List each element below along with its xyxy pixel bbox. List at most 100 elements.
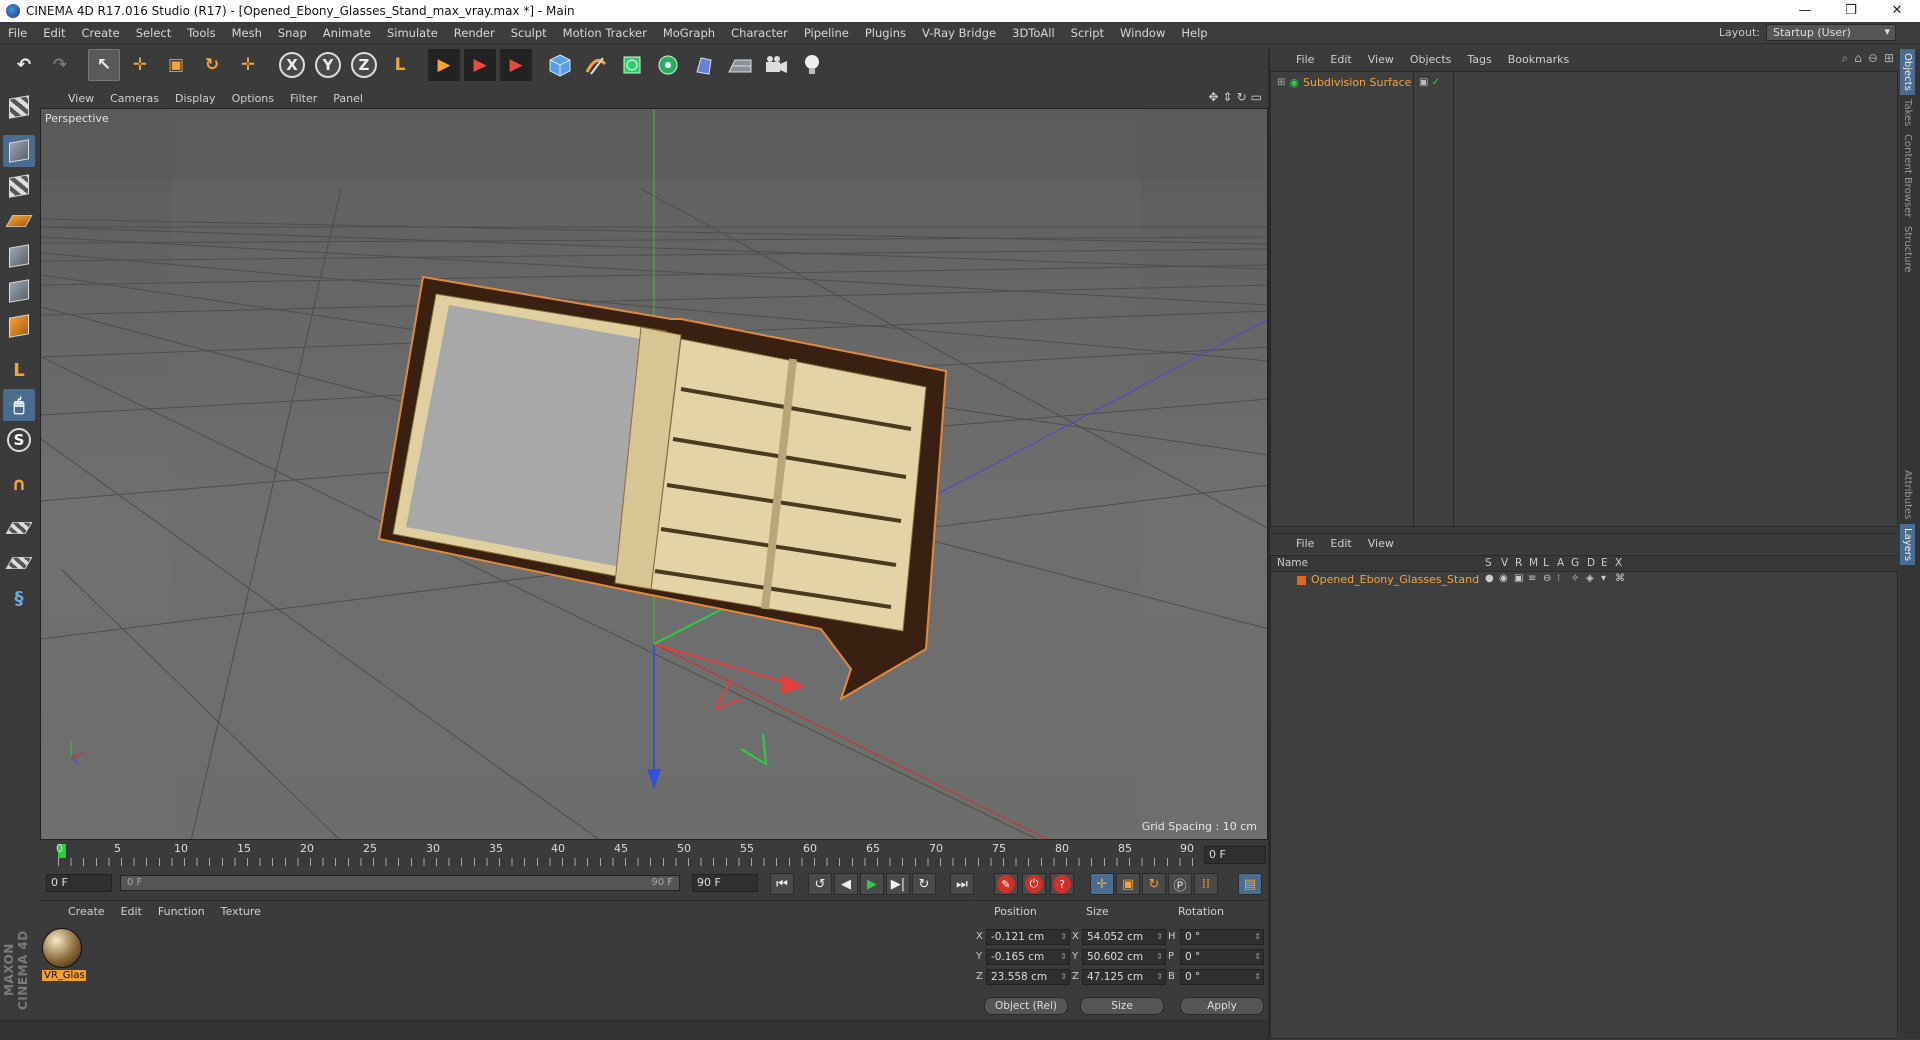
menu-mesh[interactable]: Mesh bbox=[224, 26, 270, 40]
layer-manager-icon[interactable]: ≡ bbox=[1528, 573, 1536, 584]
coordinate-mode-dropdown[interactable]: Object (Rel) bbox=[984, 997, 1068, 1015]
subdivision-surface-button[interactable] bbox=[616, 49, 648, 81]
viewport-menu-view[interactable]: View bbox=[60, 92, 102, 105]
magnet-button[interactable]: ∩ bbox=[3, 468, 35, 500]
current-frame-field[interactable]: 0 F bbox=[1204, 846, 1266, 864]
select-tool-button[interactable]: ↖ bbox=[88, 49, 120, 81]
layer-color-swatch[interactable] bbox=[1297, 576, 1306, 585]
snap-button[interactable]: S bbox=[3, 424, 35, 456]
coordinate-system-button[interactable]: L bbox=[384, 49, 416, 81]
key-parameter-button[interactable]: Ⓟ bbox=[1168, 873, 1192, 895]
make-editable-button[interactable] bbox=[3, 91, 35, 123]
python-button[interactable]: § bbox=[3, 582, 35, 614]
menu-plugins[interactable]: Plugins bbox=[857, 26, 914, 40]
y-axis-lock-button[interactable]: Y bbox=[312, 49, 344, 81]
autokey-button[interactable]: ⏻ bbox=[1022, 873, 1046, 895]
home-icon[interactable]: ⌂ bbox=[1854, 51, 1862, 66]
tab-attributes[interactable]: Attributes bbox=[1900, 466, 1915, 523]
move-tool-button[interactable]: ✛ bbox=[124, 49, 156, 81]
points-mode-button[interactable] bbox=[3, 240, 35, 272]
key-rotation-button[interactable]: ↻ bbox=[1142, 873, 1166, 895]
minimize-button[interactable]: — bbox=[1782, 0, 1828, 22]
object-name[interactable]: Subdivision Surface bbox=[1303, 76, 1411, 89]
material-menu-edit[interactable]: Edit bbox=[113, 905, 150, 918]
layer-visible-icon[interactable]: ◉ bbox=[1499, 573, 1508, 584]
rotate-tool-button[interactable]: ↻ bbox=[196, 49, 228, 81]
z-axis-lock-button[interactable]: Z bbox=[348, 49, 380, 81]
size-x-field[interactable]: 54.052 cm bbox=[1082, 929, 1166, 945]
menu-file[interactable]: File bbox=[0, 26, 35, 40]
play-button[interactable]: ▶ bbox=[860, 873, 884, 895]
position-x-field[interactable]: -0.121 cm bbox=[986, 929, 1070, 945]
menu-pipeline[interactable]: Pipeline bbox=[796, 26, 857, 40]
timeline-window-button[interactable]: ▤ bbox=[1238, 873, 1262, 895]
object-visibility-check[interactable]: ▣ ✓ bbox=[1419, 77, 1440, 88]
keyframe-selection-button[interactable]: ? bbox=[1050, 873, 1074, 895]
objects-menu-bookmarks[interactable]: Bookmarks bbox=[1500, 53, 1577, 66]
layout-dropdown[interactable]: Startup (User) bbox=[1766, 24, 1896, 41]
frame-range-slider[interactable]: 0 F 90 F bbox=[120, 875, 680, 891]
tweak-mode-button[interactable]: 🖱 bbox=[3, 389, 35, 421]
object-row[interactable]: ⊞ ◉ Subdivision Surface ▣ ✓ bbox=[1271, 74, 1899, 90]
tab-objects[interactable]: Objects bbox=[1900, 49, 1915, 95]
objects-menu-file[interactable]: File bbox=[1288, 53, 1322, 66]
menu-animate[interactable]: Animate bbox=[315, 26, 379, 40]
x-axis-lock-button[interactable]: X bbox=[276, 49, 308, 81]
lock-workplane-button[interactable] bbox=[3, 512, 35, 544]
light-button[interactable] bbox=[796, 49, 828, 81]
rotate-view-icon[interactable]: ↻ bbox=[1237, 90, 1247, 104]
viewport-menu-panel[interactable]: Panel bbox=[325, 92, 371, 105]
axis-mode-button[interactable]: L bbox=[3, 354, 35, 386]
next-key-button[interactable]: ↻ bbox=[912, 873, 936, 895]
objects-menu-view[interactable]: View bbox=[1360, 53, 1402, 66]
size-z-field[interactable]: 47.125 cm bbox=[1082, 969, 1166, 985]
next-frame-button[interactable]: ▶| bbox=[886, 873, 910, 895]
layer-deformer-icon[interactable]: ◈ bbox=[1586, 573, 1594, 584]
texture-mode-button[interactable] bbox=[3, 170, 35, 202]
undo-button[interactable]: ↶ bbox=[8, 49, 40, 81]
menu-edit[interactable]: Edit bbox=[35, 26, 73, 40]
apply-button[interactable]: Apply bbox=[1180, 997, 1264, 1015]
previous-frame-button[interactable]: ◀ bbox=[834, 873, 858, 895]
start-frame-field[interactable]: 0 F bbox=[46, 874, 112, 892]
tab-content-browser[interactable]: Content Browser bbox=[1900, 130, 1915, 221]
viewport-menu-display[interactable]: Display bbox=[167, 92, 224, 105]
floor-button[interactable] bbox=[724, 49, 756, 81]
key-scale-button[interactable]: ▣ bbox=[1116, 873, 1140, 895]
planar-workplane-button[interactable] bbox=[3, 547, 35, 579]
menu-window[interactable]: Window bbox=[1112, 26, 1173, 40]
material-item[interactable]: VR_Glas bbox=[42, 928, 86, 986]
menu-select[interactable]: Select bbox=[128, 26, 179, 40]
menu-tools[interactable]: Tools bbox=[179, 26, 223, 40]
layer-lock-icon[interactable]: ⊖ bbox=[1543, 573, 1551, 584]
position-y-field[interactable]: -0.165 cm bbox=[986, 949, 1070, 965]
size-y-field[interactable]: 50.602 cm bbox=[1082, 949, 1166, 965]
menu-help[interactable]: Help bbox=[1173, 26, 1215, 40]
position-z-field[interactable]: 23.558 cm bbox=[986, 969, 1070, 985]
menu-character[interactable]: Character bbox=[723, 26, 796, 40]
menu-snap[interactable]: Snap bbox=[270, 26, 315, 40]
pan-view-icon[interactable]: ✥ bbox=[1208, 90, 1218, 104]
material-menu-create[interactable]: Create bbox=[60, 905, 113, 918]
tab-layers[interactable]: Layers bbox=[1900, 523, 1915, 565]
layer-render-icon[interactable]: ▣ bbox=[1514, 573, 1523, 584]
spline-pen-button[interactable] bbox=[580, 49, 612, 81]
maximize-view-icon[interactable]: ▭ bbox=[1251, 90, 1262, 104]
menu-sculpt[interactable]: Sculpt bbox=[503, 26, 555, 40]
go-to-start-button[interactable]: ⏮ bbox=[770, 873, 794, 895]
expand-icon[interactable]: ⊞ bbox=[1277, 77, 1285, 88]
viewport-menu-filter[interactable]: Filter bbox=[282, 92, 325, 105]
menu-script[interactable]: Script bbox=[1063, 26, 1112, 40]
render-picture-viewer-button[interactable]: ▶ bbox=[464, 49, 496, 81]
tab-takes[interactable]: Takes bbox=[1900, 95, 1915, 130]
layer-name[interactable]: Opened_Ebony_Glasses_Stand bbox=[1311, 573, 1479, 586]
cube-primitive-button[interactable] bbox=[544, 49, 576, 81]
material-menu-texture[interactable]: Texture bbox=[213, 905, 269, 918]
rotation-b-field[interactable]: 0 ° bbox=[1180, 969, 1264, 985]
perspective-viewport[interactable]: Perspective Grid Spacing : 10 cm bbox=[40, 108, 1268, 840]
menu-simulate[interactable]: Simulate bbox=[379, 26, 446, 40]
objects-menu-objects[interactable]: Objects bbox=[1402, 53, 1460, 66]
material-menu-function[interactable]: Function bbox=[150, 905, 213, 918]
polygons-mode-button[interactable] bbox=[3, 310, 35, 342]
viewport-menu-cameras[interactable]: Cameras bbox=[102, 92, 167, 105]
